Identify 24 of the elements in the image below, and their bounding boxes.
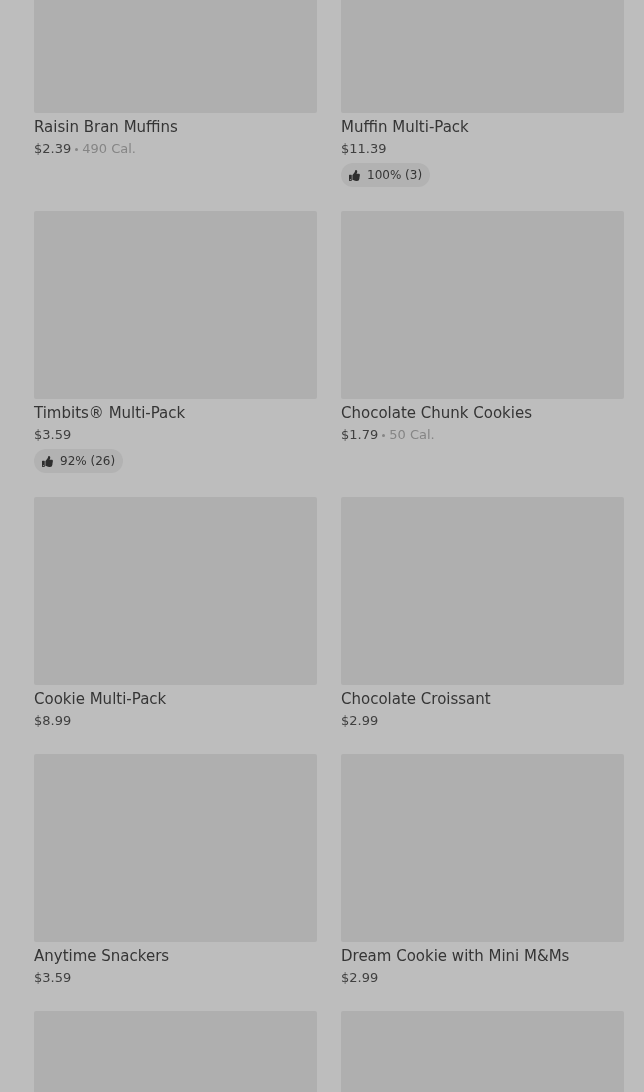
- separator-dot-icon: [382, 433, 386, 437]
- product-price: $2.99: [341, 712, 379, 730]
- calorie-count: 490 Cal.: [82, 140, 136, 158]
- product-price: $2.39: [34, 140, 72, 158]
- product-price: $1.79: [341, 426, 379, 444]
- product-price: $3.59: [34, 426, 72, 444]
- thumbs-up-icon: [349, 169, 360, 181]
- product-price: $3.59: [34, 969, 72, 987]
- product-name: Raisin Bran Muffins: [34, 117, 179, 137]
- product-name: Muffin Multi-Pack: [341, 117, 470, 137]
- product-price: $11.39: [341, 140, 387, 158]
- product-price: $8.99: [34, 712, 72, 730]
- product-price: $2.99: [341, 969, 379, 987]
- rating-text: 92% (26): [60, 454, 116, 468]
- product-name: Dream Cookie with Mini M&Ms: [341, 946, 571, 966]
- product-name: Chocolate Croissant: [341, 689, 492, 709]
- separator-dot-icon: [75, 147, 79, 151]
- product-name: Anytime Snackers: [34, 946, 171, 966]
- product-name: Timbits® Multi-Pack: [34, 403, 187, 423]
- rating-text: 100% (3): [367, 168, 423, 182]
- thumbs-up-icon: [42, 455, 53, 467]
- product-name: Cookie Multi-Pack: [34, 689, 168, 709]
- calorie-count: 50 Cal.: [389, 426, 435, 444]
- product-name: Chocolate Chunk Cookies: [341, 403, 533, 423]
